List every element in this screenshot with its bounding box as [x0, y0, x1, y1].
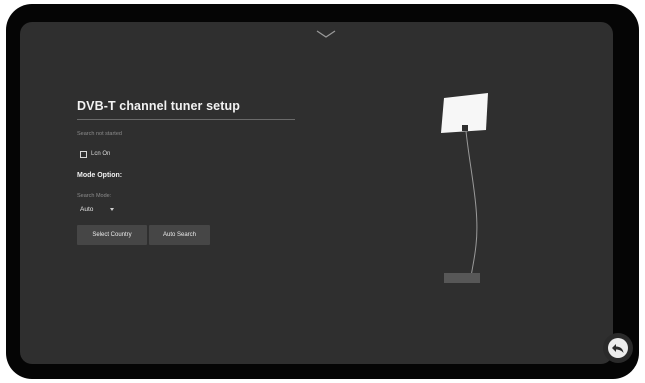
antenna-base — [444, 273, 480, 283]
back-button[interactable] — [603, 333, 633, 363]
back-button-face — [608, 338, 628, 358]
page-title: DVB-T channel tuner setup — [77, 99, 240, 113]
tuner-screen: DVB-T channel tuner setup Search not sta… — [20, 22, 613, 364]
mode-option-heading: Mode Option: — [77, 172, 123, 179]
lcn-label: Lcn On — [91, 151, 111, 157]
lcn-checkbox[interactable] — [80, 150, 87, 158]
back-arrow-icon — [612, 344, 624, 353]
search-status-text: Search not started — [77, 131, 122, 137]
auto-search-button[interactable]: Auto Search — [149, 225, 210, 245]
select-country-button[interactable]: Select Country — [77, 225, 147, 245]
antenna-cable — [465, 130, 478, 284]
antenna-panel — [441, 93, 488, 133]
title-divider — [77, 119, 295, 120]
search-mode-select[interactable]: Auto — [80, 204, 130, 215]
caret-down-icon — [110, 208, 115, 211]
search-mode-value: Auto — [80, 206, 94, 213]
chevron-down-icon[interactable] — [315, 28, 337, 42]
search-mode-label: Search Mode: — [77, 193, 112, 199]
lcn-checkbox-row[interactable]: Lcn On — [80, 149, 110, 159]
antenna-icon — [441, 93, 488, 284]
